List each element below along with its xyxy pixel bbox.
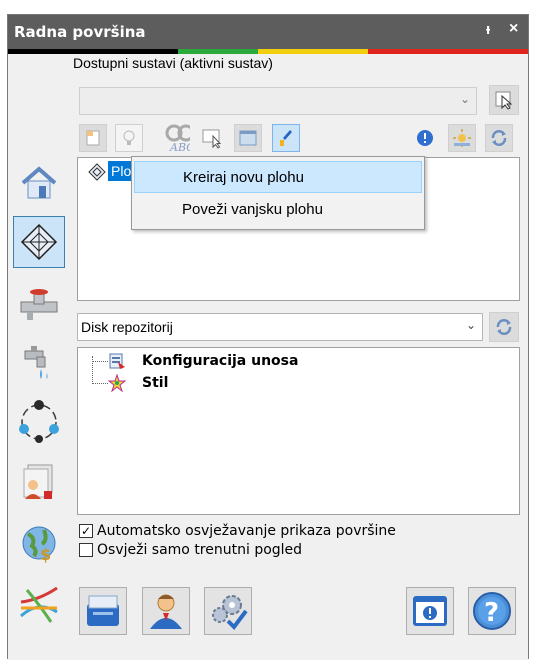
info-window-icon — [413, 596, 447, 626]
globe-icon: $ — [22, 526, 56, 564]
checkbox-checked[interactable]: ✓ — [79, 524, 93, 538]
sidebar-reports[interactable] — [13, 456, 65, 508]
lightbulb-icon — [123, 130, 135, 145]
window-icon — [239, 130, 257, 146]
sun-button[interactable] — [448, 124, 476, 152]
sidebar-globe[interactable]: $ — [13, 517, 65, 569]
brush-button[interactable] — [272, 124, 300, 152]
refresh-current-checkbox[interactable]: Osvježi samo trenutni pogled — [79, 542, 409, 560]
menu-create-surface[interactable]: Kreiraj novu plohu — [134, 161, 422, 193]
refresh-button[interactable] — [485, 124, 513, 152]
select-cursor-button[interactable] — [199, 124, 227, 152]
systems-label: Dostupni sustavi (aktivni sustav) — [73, 55, 273, 71]
pin-icon[interactable]: ᵻ — [486, 21, 490, 38]
auto-refresh-label: Automatsko osvježavanje prikaza površine — [97, 523, 396, 539]
pick-system-button[interactable] — [489, 85, 519, 115]
auto-refresh-checkbox[interactable]: ✓ Automatsko osvježavanje prikaza površi… — [79, 523, 409, 541]
repository-refresh-button[interactable] — [489, 312, 519, 342]
help-icon: ? — [473, 592, 511, 630]
water-tap-icon — [24, 346, 48, 379]
svg-text:ABC: ABC — [169, 141, 190, 153]
user-button[interactable] — [142, 587, 190, 635]
cabinet-button[interactable] — [79, 587, 127, 635]
panel-title: Radna površina — [14, 23, 146, 41]
home-icon — [21, 166, 57, 199]
select-pointer-icon — [495, 91, 513, 110]
surface-diamond-icon — [88, 163, 106, 181]
chevron-down-icon: ⌄ — [460, 92, 471, 106]
menu-link-external-surface[interactable]: Poveži vanjsku plohu — [134, 194, 422, 226]
network-circle-icon — [19, 400, 59, 443]
new-document-icon — [86, 130, 100, 146]
refresh-icon — [491, 130, 507, 146]
repository-item-style[interactable]: Stil — [142, 375, 168, 391]
panel-titlebar: Radna površina ᵻ × — [8, 15, 528, 49]
user-icon — [150, 594, 182, 629]
refresh-current-label: Osvježi samo trenutni pogled — [97, 542, 303, 558]
sidebar-network[interactable] — [13, 396, 65, 448]
surface-diamond-icon — [20, 223, 58, 261]
checkbox-unchecked[interactable] — [79, 543, 93, 557]
config-icon — [109, 353, 125, 369]
svg-text:$: $ — [40, 545, 51, 564]
new-document-button[interactable] — [79, 124, 107, 152]
chevron-down-icon: ⌄ — [466, 318, 477, 332]
settings-button[interactable] — [204, 587, 252, 635]
repository-combo[interactable]: Disk repozitorij ⌄ — [77, 313, 483, 341]
close-icon[interactable]: × — [509, 20, 518, 38]
cabinet-icon — [87, 595, 119, 626]
spellcheck-button[interactable]: ABC — [163, 124, 191, 153]
user-report-icon — [23, 464, 53, 499]
refresh-icon — [496, 319, 512, 335]
help-button[interactable]: ? — [468, 587, 516, 635]
style-icon — [108, 374, 126, 392]
abc-spellcheck-icon: ABC — [165, 124, 190, 153]
select-cursor-icon — [202, 129, 222, 149]
repository-item-config[interactable]: Konfiguracija unosa — [142, 353, 298, 369]
repository-combo-value: Disk repozitorij — [81, 319, 173, 335]
sidebar-routes[interactable] — [13, 578, 65, 630]
window-button[interactable] — [234, 124, 262, 152]
settings-check-icon — [212, 595, 248, 631]
menu-create-surface-label: Kreiraj novu plohu — [183, 169, 304, 186]
route-map-icon — [20, 586, 58, 623]
sun-icon — [453, 129, 471, 147]
context-menu: Kreiraj novu plohu Poveži vanjsku plohu — [131, 156, 425, 230]
menu-link-external-surface-label: Poveži vanjsku plohu — [182, 201, 323, 218]
systems-combo[interactable]: ⌄ — [79, 87, 477, 115]
sidebar-surfaces[interactable] — [13, 216, 65, 268]
info-button[interactable] — [411, 124, 439, 152]
brush-icon — [280, 130, 292, 146]
sidebar-home[interactable] — [13, 157, 65, 209]
sidebar-pipes[interactable] — [13, 278, 65, 330]
info-icon — [417, 130, 433, 146]
lightbulb-button[interactable] — [115, 124, 143, 152]
info-window-button[interactable] — [406, 587, 454, 635]
svg-text:?: ? — [484, 598, 499, 628]
sidebar-water[interactable] — [13, 337, 65, 389]
repository-tree[interactable]: Konfiguracija unosa Stil — [77, 347, 520, 515]
pipe-valve-icon — [20, 289, 58, 320]
